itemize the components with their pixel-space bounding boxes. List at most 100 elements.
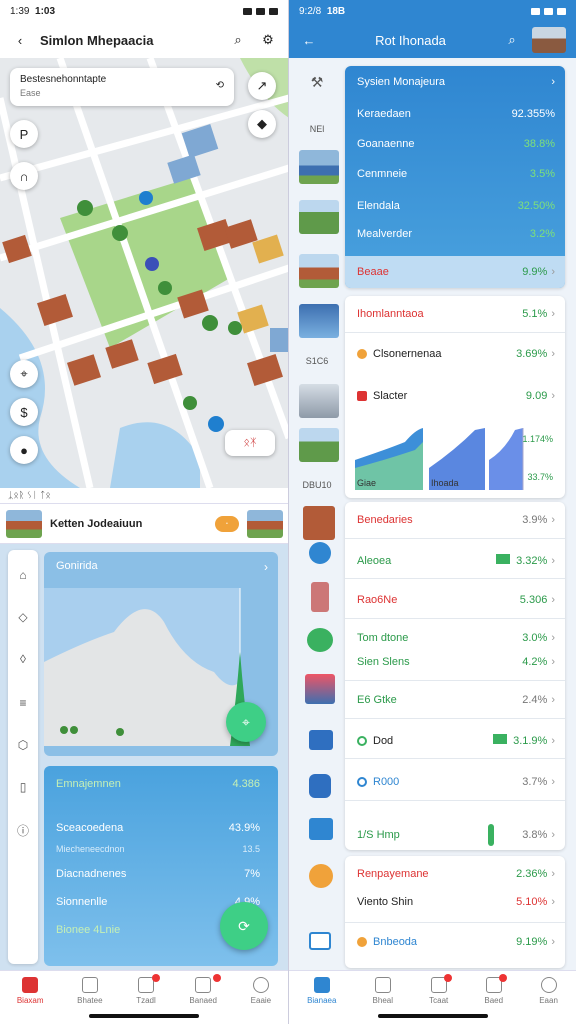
field-thumbnail[interactable] bbox=[299, 428, 339, 462]
list-row-4[interactable]: E6 Gtke 2.4% › bbox=[357, 694, 555, 706]
shop-thumbnail[interactable] bbox=[303, 506, 335, 540]
chat-icon[interactable] bbox=[307, 628, 333, 652]
row-value: 3.8% bbox=[522, 828, 548, 841]
system-row-1[interactable]: Goanaenne 38.8% bbox=[357, 138, 555, 150]
port-icon[interactable] bbox=[305, 674, 335, 704]
list-row-7[interactable]: 1/S Hmp 3.8% › bbox=[357, 824, 555, 846]
pin-icon[interactable]: ● bbox=[10, 436, 38, 464]
payments-row-0[interactable]: Renpayemane 2.36% › bbox=[357, 868, 555, 880]
house-thumbnail[interactable] bbox=[299, 150, 339, 184]
stat-label: Sceacoedena bbox=[56, 822, 124, 834]
system-row-4[interactable]: Mealverder 3.2% bbox=[357, 228, 555, 240]
card-icon[interactable] bbox=[309, 932, 331, 950]
location-row[interactable]: Ketten Jodeaiuun ᛫ bbox=[0, 504, 288, 544]
system-row-0[interactable]: Keraedaen 92.355% bbox=[357, 108, 555, 120]
status-icons bbox=[243, 7, 278, 15]
back-icon[interactable]: ‹ bbox=[10, 30, 30, 50]
file-icon[interactable]: ▯ bbox=[8, 780, 38, 794]
cottage-thumbnail[interactable] bbox=[299, 254, 339, 288]
nav-item-1[interactable]: Bhatee bbox=[77, 977, 103, 1005]
nav-item-3[interactable]: Baed bbox=[484, 974, 508, 1005]
metrics-row-1[interactable]: Slacter 9.09 › bbox=[357, 390, 555, 402]
metrics-row-0[interactable]: Clsonernenaa 3.69% › bbox=[357, 348, 555, 360]
back-icon[interactable]: ← bbox=[299, 30, 319, 50]
bottom-nav: Bianaea Bheal Tcaat Baed Eaan bbox=[289, 970, 576, 1024]
nav-item-4[interactable]: Eaan bbox=[539, 977, 558, 1005]
chevron-right-icon: › bbox=[551, 555, 555, 567]
wrench-icon[interactable]: ⚒ bbox=[299, 74, 335, 91]
stat-row-1[interactable]: Sceacoedena 43.9% bbox=[56, 822, 260, 834]
system-card-header[interactable]: Sysien Monajeura › bbox=[357, 76, 555, 88]
search-icon[interactable]: ⌕ bbox=[228, 30, 248, 50]
location-badge[interactable]: ᛫ bbox=[215, 515, 239, 532]
farm-thumbnail[interactable] bbox=[299, 200, 339, 234]
list-row-3[interactable]: Sien Slens 4.2% › bbox=[357, 656, 555, 668]
divider bbox=[345, 578, 565, 579]
left-dashboard: ⌂ ◇ ◊ ≡ ⬡ ▯ ⓘ Gonirida › ⌖ Emnajemnen 4.3… bbox=[0, 544, 288, 970]
dollar-icon[interactable]: $ bbox=[10, 398, 38, 426]
avatar[interactable] bbox=[532, 27, 566, 53]
cloud-icon bbox=[357, 349, 367, 360]
row-label: Clsonernenaa bbox=[373, 348, 442, 360]
home-icon[interactable]: ⌂ bbox=[8, 568, 38, 582]
tools-icon[interactable] bbox=[309, 818, 333, 840]
cube-icon[interactable]: ⬡ bbox=[8, 738, 38, 752]
database-icon[interactable] bbox=[309, 774, 331, 798]
right-header: 9:2/8 18B ← Rot Ihonada ⌕ bbox=[289, 0, 576, 58]
nav-item-0[interactable]: Biaxam bbox=[17, 977, 44, 1005]
shield-icon[interactable]: ◇ bbox=[8, 610, 38, 624]
map-fab[interactable]: ⌖ bbox=[226, 702, 266, 742]
list-row-1[interactable]: Rao6Ne 5.306 › bbox=[357, 594, 555, 606]
locate-icon[interactable]: ⌖ bbox=[10, 360, 38, 388]
stat-row-0[interactable]: Emnajemnen 4.386 bbox=[56, 778, 260, 790]
settings-icon[interactable]: ⚙ bbox=[258, 30, 278, 50]
parking-icon[interactable]: P bbox=[10, 120, 38, 148]
map-view[interactable]: Bestesnehonntapte Ease ⟲ ↗ ◆ P ∩ ⌖ $ ● ᛟ… bbox=[0, 58, 288, 488]
list-header[interactable]: Benedaries 3.9% › bbox=[357, 514, 555, 526]
list-row-5[interactable]: Dod 3.1.9% › bbox=[357, 734, 555, 747]
search-icon[interactable]: ⌕ bbox=[502, 30, 522, 50]
directions-icon[interactable]: ⟲ bbox=[216, 80, 224, 91]
layers-icon[interactable]: ◆ bbox=[248, 110, 276, 138]
map-chip[interactable]: ᛟᛡ bbox=[225, 430, 275, 456]
list-row-6[interactable]: R000 3.7% › bbox=[357, 776, 555, 788]
building-thumbnail[interactable] bbox=[299, 304, 339, 338]
monitor-icon[interactable] bbox=[309, 730, 333, 750]
payments-row-1[interactable]: Viento Shin 5.10% › bbox=[357, 896, 555, 908]
nav-item-1[interactable]: Bheal bbox=[373, 977, 393, 1005]
row-label: Renpayemane bbox=[357, 868, 429, 880]
add-fab[interactable]: ⟳ bbox=[220, 902, 268, 950]
list-row-0[interactable]: Aleoea 3.32% › bbox=[357, 554, 555, 567]
chevron-right-icon: › bbox=[551, 828, 555, 841]
system-row-3[interactable]: Elendala 32.50% bbox=[357, 200, 555, 212]
row-value: 9.19% bbox=[516, 936, 548, 948]
tag-icon[interactable]: ◊ bbox=[8, 652, 38, 666]
row-value: 2.4% bbox=[522, 694, 548, 706]
chevron-right-icon: › bbox=[551, 868, 555, 880]
tower-icon[interactable] bbox=[311, 582, 329, 612]
info-icon[interactable]: ⓘ bbox=[8, 822, 38, 839]
nav-item-2[interactable]: Tcaat bbox=[429, 974, 453, 1005]
map-search-card[interactable]: Bestesnehonntapte Ease ⟲ bbox=[10, 68, 234, 106]
card-title: Ihomlanntaoa bbox=[357, 308, 424, 320]
factory-thumbnail[interactable] bbox=[299, 384, 339, 418]
notification-badge bbox=[499, 974, 508, 982]
payments-row-2[interactable]: Bnbeoda 9.19% › bbox=[357, 936, 555, 948]
nav-item-3[interactable]: Banaed bbox=[189, 974, 221, 1005]
stat-row-2[interactable]: Miecheneecdnon 13.5 bbox=[56, 844, 260, 854]
nav-item-4[interactable]: Eaaie bbox=[251, 977, 271, 1005]
nav-item-2[interactable]: Tzadl bbox=[136, 974, 160, 1005]
system-row-5[interactable]: Beaae 9.9% › bbox=[357, 266, 555, 278]
metrics-header[interactable]: Ihomlanntaoa 5.1% › bbox=[357, 308, 555, 320]
nav-item-0[interactable]: Bianaea bbox=[307, 977, 336, 1005]
list-row-2[interactable]: Tom dtone 3.0% › bbox=[357, 632, 555, 644]
gear-icon[interactable] bbox=[309, 542, 331, 564]
system-row-2[interactable]: Cenmneie 3.5% bbox=[357, 168, 555, 180]
compass-icon[interactable]: ↗ bbox=[248, 72, 276, 100]
chevron-right-icon: › bbox=[551, 390, 555, 402]
clock-icon[interactable] bbox=[309, 864, 333, 888]
magnet-icon[interactable]: ∩ bbox=[10, 162, 38, 190]
list-icon[interactable]: ≡ bbox=[8, 696, 38, 710]
stat-row-3[interactable]: Diacnadnenes 7% bbox=[56, 868, 260, 880]
nav-label: Banaed bbox=[189, 996, 217, 1005]
